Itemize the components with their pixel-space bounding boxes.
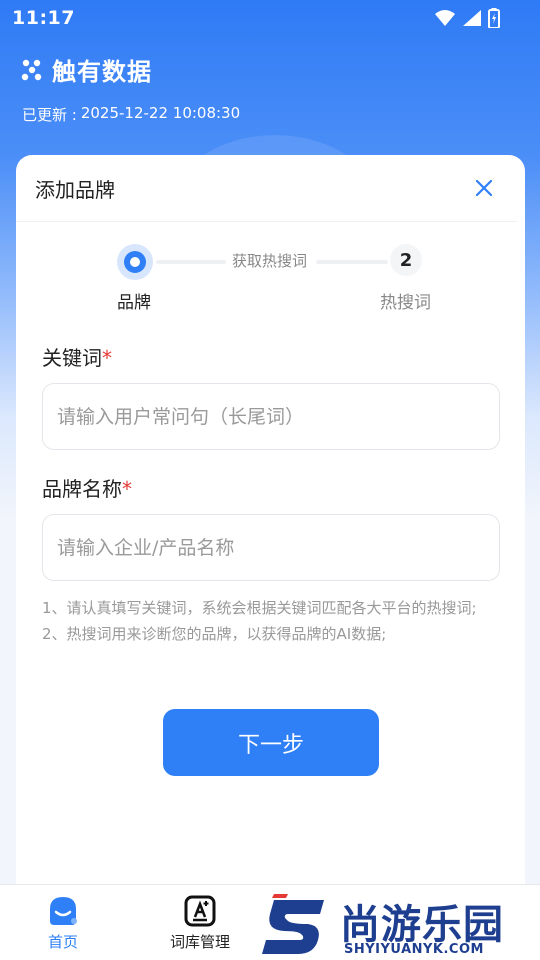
last-updated-time: 2025-12-22 10:08:30	[80, 104, 241, 122]
add-brand-dialog: 添加品牌 获取热搜词 2 品牌 热搜词 关键词* 品牌名称* 1、请认真填写关键…	[16, 155, 525, 900]
close-icon	[475, 179, 493, 197]
wifi-icon	[435, 10, 455, 26]
step-2-label: 热搜词	[380, 293, 431, 313]
tab-word-library-label: 词库管理	[170, 933, 231, 951]
status-bar: 11:17	[0, 0, 540, 36]
battery-icon	[488, 8, 500, 28]
dialog-title: 添加品牌	[35, 177, 115, 202]
brand-name-label: 品牌名称*	[42, 473, 132, 502]
brand-name: 触有数据	[52, 58, 152, 86]
close-button[interactable]	[471, 175, 497, 201]
word-library-icon	[184, 895, 216, 927]
last-updated-label: 已更新 :	[22, 106, 77, 124]
required-mark: *	[122, 477, 132, 501]
watermark-domain: SHYIYUANYK.COM	[344, 942, 484, 957]
status-icons	[434, 8, 500, 28]
status-time: 11:17	[12, 7, 75, 29]
dialog-header: 添加品牌	[16, 155, 517, 222]
home-icon	[50, 897, 77, 925]
step-connector	[316, 260, 388, 264]
brand-logo-icon	[21, 59, 42, 80]
next-step-button[interactable]: 下一步	[163, 709, 379, 776]
keyword-input[interactable]	[42, 383, 500, 450]
signal-icon	[463, 10, 481, 26]
step-connector	[156, 260, 226, 264]
tab-word-library[interactable]: 词库管理	[170, 895, 230, 952]
tab-home[interactable]: 首页	[46, 895, 80, 952]
instruction-item: 2、热搜词用来诊断您的品牌，以获得品牌的AI数据;	[42, 625, 387, 643]
keyword-label: 关键词*	[42, 342, 112, 371]
last-updated: 已更新 : 2025-12-22 10:08:30	[22, 104, 240, 125]
brand: 触有数据	[20, 52, 152, 87]
instruction-item: 1、请认真填写关键词，系统会根据关键词匹配各大平台的热搜词;	[42, 599, 477, 617]
step-1-label: 品牌	[117, 293, 151, 313]
required-mark: *	[102, 346, 112, 370]
step-2-indicator: 2	[390, 244, 422, 276]
step-progress-label: 获取热搜词	[232, 252, 308, 270]
keyword-label-text: 关键词	[42, 346, 102, 370]
watermark-logo-icon	[262, 894, 324, 954]
tab-home-label: 首页	[47, 933, 78, 951]
instructions: 1、请认真填写关键词，系统会根据关键词匹配各大平台的热搜词; 2、热搜词用来诊断…	[42, 595, 502, 647]
brand-name-input[interactable]	[42, 514, 500, 581]
brand-name-label-text: 品牌名称	[42, 477, 122, 501]
watermark: 尚游乐园 SHYIYUANYK.COM	[258, 890, 540, 960]
step-1-indicator	[117, 244, 153, 280]
